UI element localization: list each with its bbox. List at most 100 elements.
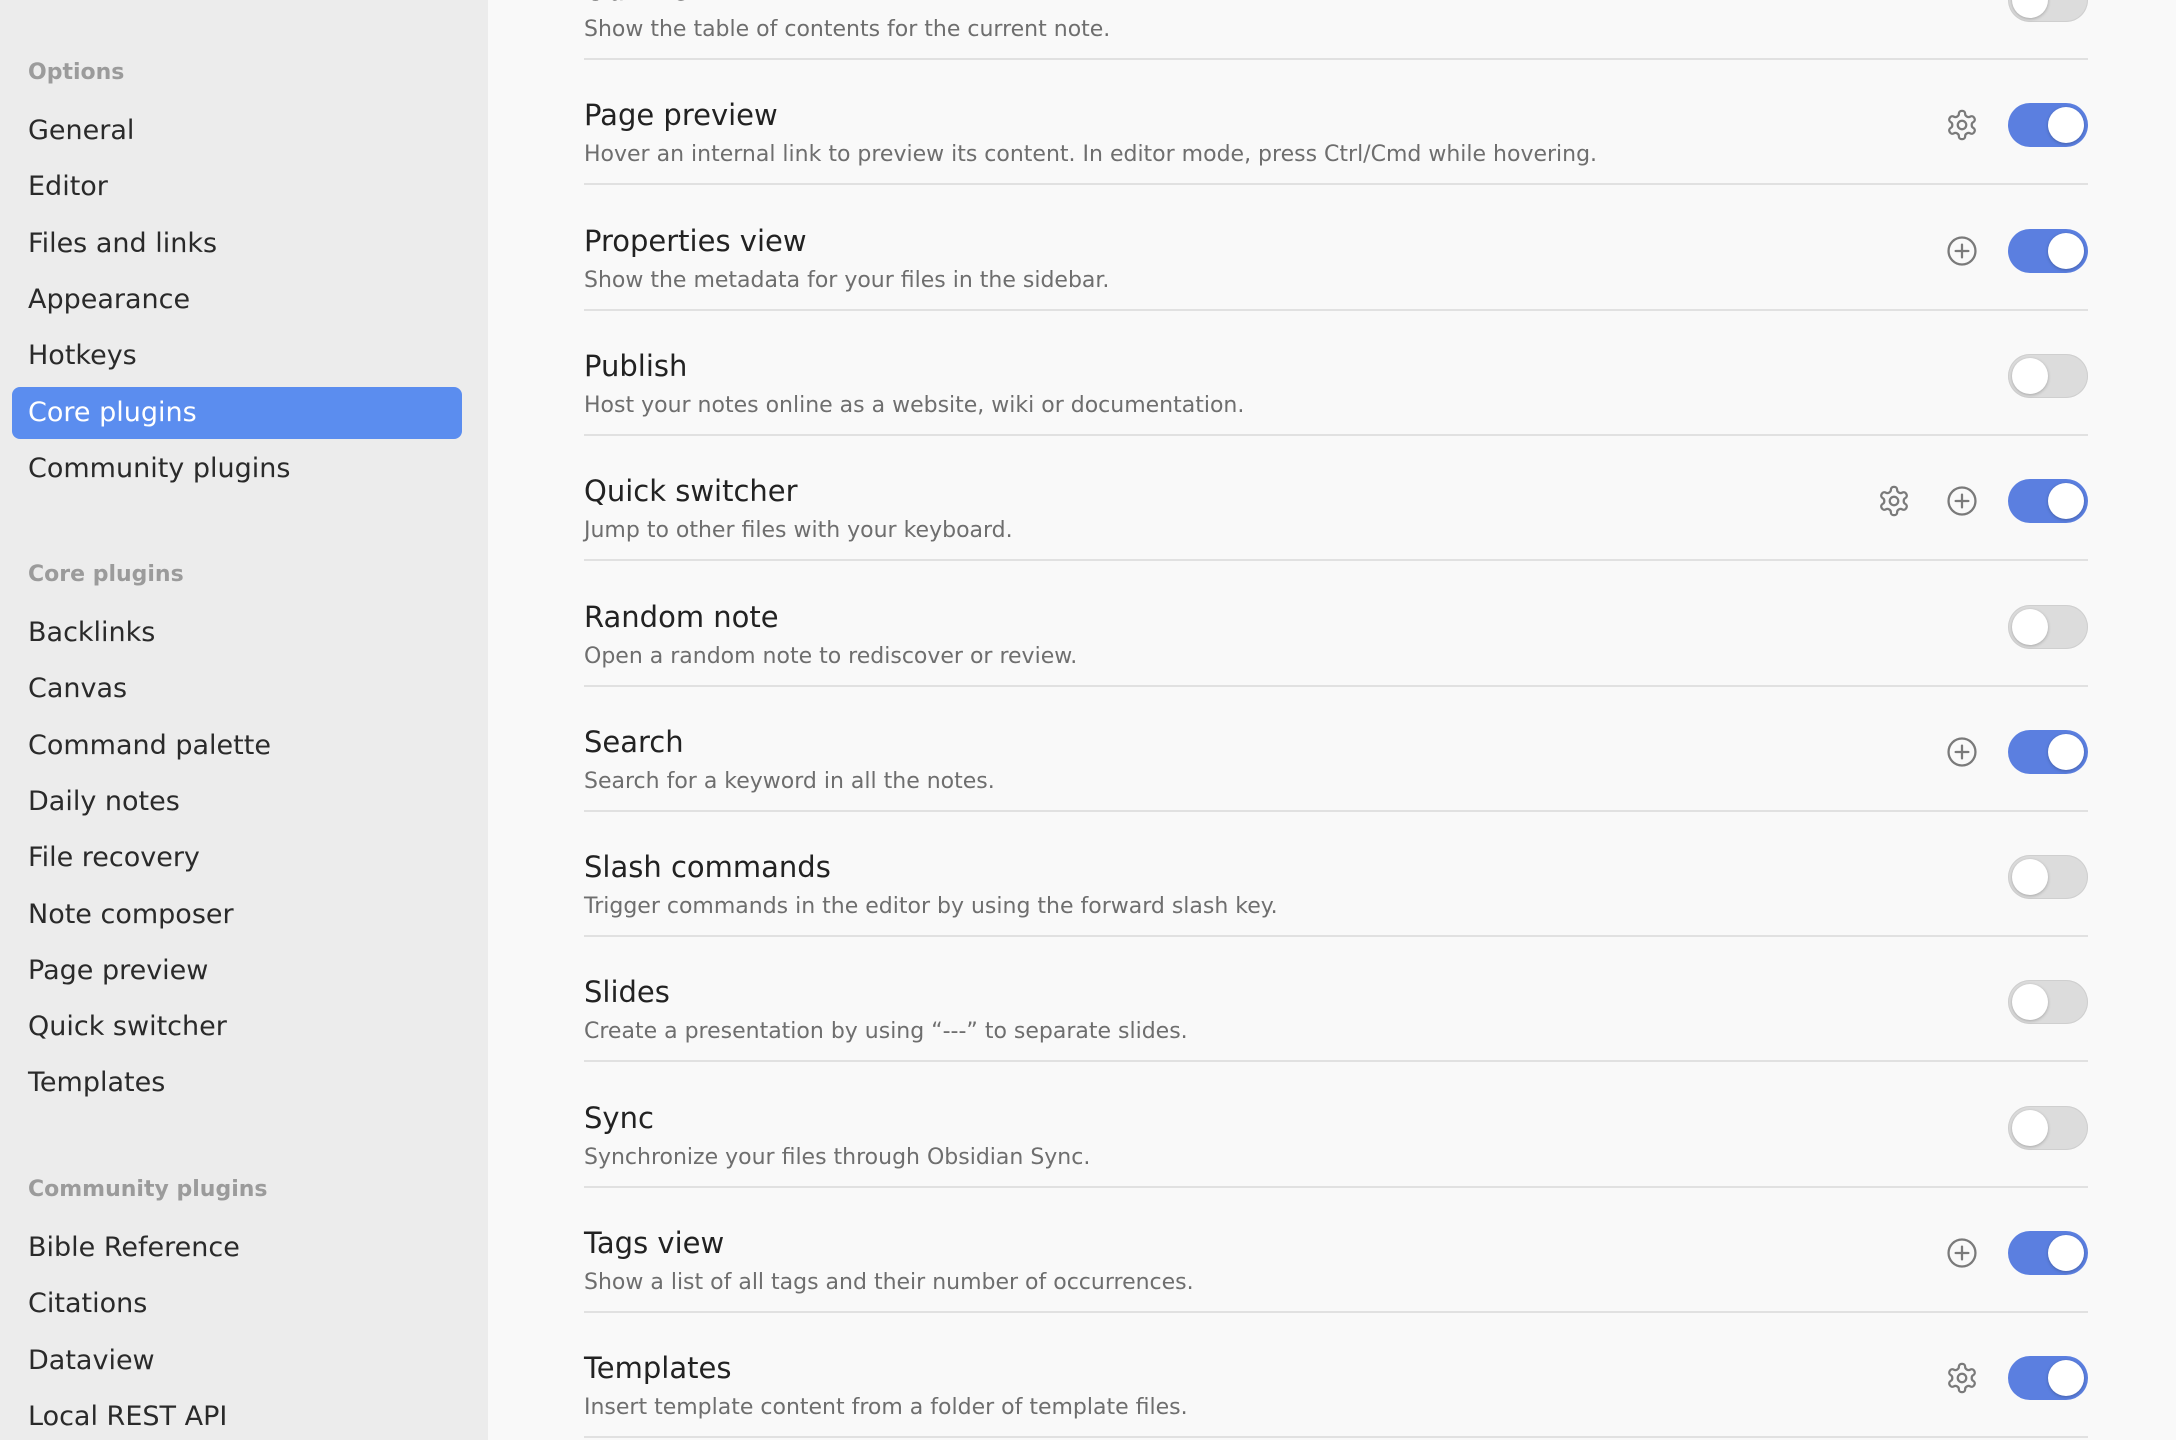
plugin-row-slides: Slides Create a presentation by using “--…	[584, 937, 2088, 1063]
sidebar-item-editor[interactable]: Editor	[12, 161, 462, 213]
plus-circle-icon[interactable]	[1940, 229, 1984, 273]
plugin-controls	[1940, 1356, 2088, 1401]
plugin-name: Slides	[584, 975, 670, 1010]
plugin-name: Properties view	[584, 223, 807, 258]
plugin-name: Search	[584, 724, 684, 759]
plugin-row-random-note: Random note Open a random note to redisco…	[584, 562, 2088, 687]
sidebar-item-general[interactable]: General	[12, 105, 462, 157]
plugin-row-page-preview: Page preview Hover an internal link to pr…	[584, 60, 2088, 186]
sidebar-item-canvas[interactable]: Canvas	[12, 663, 462, 715]
plugin-description: Host your notes online as a website, wik…	[584, 392, 1245, 418]
sidebar-item-note-composer[interactable]: Note composer	[12, 889, 462, 941]
plugin-controls	[2008, 0, 2088, 22]
plugin-toggle-publish[interactable]	[2008, 353, 2088, 398]
plugin-controls	[1940, 729, 2088, 774]
sidebar-item-core-plugins[interactable]: Core plugins	[12, 386, 462, 439]
plugin-description: Search for a keyword in all the notes.	[584, 768, 995, 794]
plugin-description: Create a presentation by using “---” to …	[584, 1019, 1188, 1045]
plugin-toggle-templates[interactable]	[2008, 1356, 2088, 1401]
plugin-toggle-slash-commands[interactable]	[2008, 855, 2088, 900]
sidebar-item-community-plugins[interactable]: Community plugins	[12, 443, 462, 495]
toggle-knob	[2012, 0, 2048, 18]
plugin-name: Outline	[584, 0, 689, 7]
sidebar-item-daily-notes[interactable]: Daily notes	[12, 776, 462, 828]
plugin-description: Show the table of contents for the curre…	[584, 17, 1111, 42]
plugin-row-sync: Sync Synchronize your files through Obsid…	[584, 1063, 2088, 1188]
plus-circle-icon[interactable]	[1940, 479, 1984, 523]
plugin-toggle-sync[interactable]	[2008, 1105, 2088, 1150]
plugin-controls	[1872, 479, 2088, 524]
toggle-knob	[2012, 1109, 2048, 1146]
plugin-controls	[2008, 604, 2088, 649]
toggle-knob	[2048, 483, 2084, 520]
plugin-controls	[1940, 228, 2088, 273]
sidebar-item-bible-reference[interactable]: Bible Reference	[12, 1222, 462, 1274]
plugin-toggle-quick-switcher[interactable]	[2008, 479, 2088, 524]
toggle-knob	[2012, 859, 2048, 896]
plugin-row-templates: Templates Insert template content from a …	[584, 1313, 2088, 1439]
core-plugins-pane: Outline Show the table of contents for th…	[488, 0, 2176, 1440]
plus-circle-icon[interactable]	[1940, 730, 1984, 774]
plugin-toggle-random-note[interactable]	[2008, 604, 2088, 649]
plugin-controls	[2008, 980, 2088, 1025]
plugin-name: Templates	[584, 1351, 732, 1386]
plugin-description: Synchronize your files through Obsidian …	[584, 1144, 1091, 1170]
gear-icon[interactable]	[1872, 479, 1916, 523]
plugin-controls	[2008, 353, 2088, 398]
plugin-controls	[1940, 103, 2088, 148]
gear-icon[interactable]	[1940, 1356, 1984, 1400]
settings-sidebar: Options General Editor Files and links Appe…	[0, 0, 488, 1440]
plugin-controls	[1940, 1231, 2088, 1275]
plugin-description: Trigger commands in the editor by using …	[584, 894, 1278, 920]
sidebar-item-citations[interactable]: Citations	[12, 1278, 462, 1330]
sidebar-item-local-rest-api[interactable]: Local REST API	[12, 1391, 462, 1440]
plugin-name: Publish	[584, 348, 688, 383]
toggle-knob	[2048, 733, 2084, 770]
sidebar-item-templates[interactable]: Templates	[12, 1057, 462, 1109]
plugin-toggle-search[interactable]	[2008, 729, 2088, 774]
plus-circle-icon[interactable]	[1940, 1231, 1984, 1275]
toggle-knob	[2012, 357, 2048, 394]
sidebar-item-backlinks[interactable]: Backlinks	[12, 607, 462, 659]
sidebar-item-file-recovery[interactable]: File recovery	[12, 832, 462, 884]
sidebar-item-hotkeys[interactable]: Hotkeys	[12, 330, 462, 382]
plugin-description: Hover an internal link to preview its co…	[584, 142, 1598, 168]
plugin-name: Random note	[584, 599, 779, 634]
toggle-knob	[2012, 984, 2048, 1021]
plugin-toggle-page-preview[interactable]	[2008, 103, 2088, 148]
plugin-toggle-slides[interactable]	[2008, 980, 2088, 1025]
plugin-description: Jump to other files with your keyboard.	[584, 518, 1013, 544]
plugin-row-slash-commands: Slash commands Trigger commands in the ed…	[584, 812, 2088, 938]
plugin-row-publish: Publish Host your notes online as a websi…	[584, 311, 2088, 436]
toggle-knob	[2048, 232, 2084, 269]
sidebar-item-dataview[interactable]: Dataview	[12, 1335, 462, 1387]
plugin-row-quick-switcher: Quick switcher Jump to other files with y…	[584, 436, 2088, 562]
toggle-knob	[2012, 608, 2048, 645]
plugin-row-search: Search Search for a keyword in all the no…	[584, 687, 2088, 812]
plugin-name: Quick switcher	[584, 474, 798, 509]
plugin-row-properties-view: Properties view Show the metadata for you…	[584, 186, 2088, 311]
plugin-toggle-outline[interactable]	[2008, 0, 2088, 22]
sidebar-item-appearance[interactable]: Appearance	[12, 274, 462, 326]
toggle-knob	[2048, 1235, 2084, 1271]
toggle-knob	[2048, 107, 2084, 144]
plugin-description: Open a random note to rediscover or revi…	[584, 643, 1078, 669]
plugin-name: Page preview	[584, 98, 778, 133]
options-heading: Options	[28, 60, 125, 85]
community-plugins-heading: Community plugins	[28, 1177, 268, 1202]
plugin-description: Show the metadata for your files in the …	[584, 267, 1110, 293]
toggle-knob	[2048, 1360, 2084, 1397]
sidebar-item-files-and-links[interactable]: Files and links	[12, 218, 462, 270]
sidebar-item-quick-switcher[interactable]: Quick switcher	[12, 1001, 462, 1053]
gear-icon[interactable]	[1940, 103, 1984, 147]
plugin-toggle-properties-view[interactable]	[2008, 228, 2088, 273]
plugin-name: Slash commands	[584, 850, 831, 885]
plugin-name: Tags view	[584, 1226, 725, 1260]
sidebar-item-command-palette[interactable]: Command palette	[12, 720, 462, 772]
plugin-description: Insert template content from a folder of…	[584, 1395, 1188, 1421]
sidebar-item-page-preview[interactable]: Page preview	[12, 945, 462, 997]
core-plugins-heading: Core plugins	[28, 562, 184, 587]
plugin-controls	[2008, 855, 2088, 900]
plugin-row-outline: Outline Show the table of contents for th…	[584, 0, 2088, 60]
plugin-toggle-tags-view[interactable]	[2008, 1231, 2088, 1275]
